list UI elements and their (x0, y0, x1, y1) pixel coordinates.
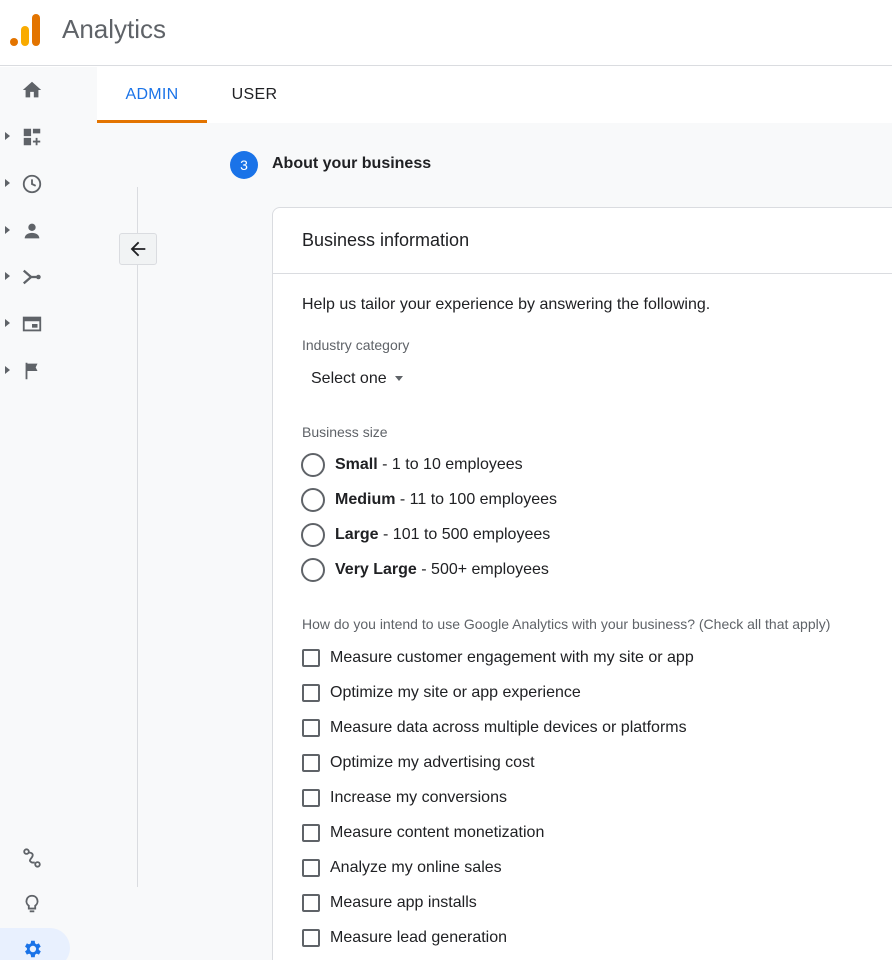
industry-label: Industry category (302, 337, 410, 353)
checkbox-label: Increase my conversions (330, 789, 507, 806)
card-header: Business information (273, 208, 892, 274)
checkbox-label: Optimize my advertising cost (330, 754, 535, 771)
business-info-card: Business information Help us tailor your… (272, 207, 892, 960)
expand-caret-icon (5, 179, 10, 187)
checkbox-label: Measure app installs (330, 894, 477, 911)
radio-button[interactable] (301, 523, 325, 547)
radio-label: Very Large - 500+ employees (335, 561, 549, 578)
analytics-logo[interactable] (8, 12, 42, 48)
rail-attribution[interactable] (0, 838, 97, 878)
industry-select-value: Select one (311, 370, 387, 387)
clock-icon (22, 174, 42, 194)
checkbox-label: Optimize my site or app experience (330, 684, 581, 701)
lightbulb-icon (25, 894, 39, 913)
radio-label: Small - 1 to 10 employees (335, 456, 523, 473)
back-button[interactable] (119, 233, 157, 265)
home-icon (22, 81, 42, 98)
rail-acquisition[interactable] (0, 257, 97, 297)
admin-user-tabs: ADMIN USER (97, 67, 892, 123)
rail-realtime[interactable] (0, 164, 97, 204)
checkbox[interactable] (302, 894, 320, 912)
industry-select[interactable]: Select one (311, 370, 403, 394)
tab-user[interactable]: USER (217, 67, 292, 123)
checkbox-label: Measure customer engagement with my site… (330, 649, 694, 666)
step-title: About your business (272, 155, 432, 172)
dropdown-arrow-icon (394, 376, 403, 382)
flag-icon (25, 362, 38, 380)
rail-conversions[interactable] (0, 351, 97, 391)
card-title: Business information (302, 230, 470, 250)
business-size-label: Business size (302, 424, 388, 440)
intent-question-label: How do you intend to use Google Analytic… (302, 616, 831, 632)
checkbox-label: Analyze my online sales (330, 859, 502, 876)
checkbox[interactable] (302, 719, 320, 737)
checkbox-label: Measure data across multiple devices or … (330, 719, 687, 736)
expand-caret-icon (5, 272, 10, 280)
rail-behavior[interactable] (0, 304, 97, 344)
step-number-badge: 3 (230, 151, 258, 179)
checkbox[interactable] (302, 684, 320, 702)
radio-button[interactable] (301, 453, 325, 477)
stepper-line (137, 187, 138, 887)
expand-caret-icon (5, 366, 10, 374)
person-icon (24, 223, 40, 239)
tab-admin[interactable]: ADMIN (97, 67, 207, 123)
expand-caret-icon (5, 226, 10, 234)
checkbox[interactable] (302, 859, 320, 877)
rail-discover[interactable] (0, 884, 97, 924)
checkbox-label: Measure lead generation (330, 929, 508, 946)
left-nav-rail (0, 67, 97, 960)
page-icon (22, 316, 42, 332)
intro-text: Help us tailor your experience by answer… (302, 296, 711, 313)
dashboard-icon (23, 128, 41, 146)
checkbox[interactable] (302, 789, 320, 807)
expand-caret-icon (5, 132, 10, 140)
rail-customization[interactable] (0, 117, 97, 157)
checkbox[interactable] (302, 649, 320, 667)
radio-button[interactable] (301, 488, 325, 512)
radio-label: Large - 101 to 500 employees (335, 526, 551, 543)
radio-button[interactable] (301, 558, 325, 582)
top-bar: Analytics (0, 0, 892, 66)
checkbox-label: Measure content monetization (330, 824, 545, 841)
gear-icon (25, 940, 41, 958)
flow-icon (22, 269, 41, 285)
rail-admin-active[interactable] (0, 928, 70, 960)
route-icon (23, 848, 41, 868)
rail-home[interactable] (0, 70, 97, 110)
checkbox[interactable] (302, 824, 320, 842)
rail-audience[interactable] (0, 211, 97, 251)
radio-label: Medium - 11 to 100 employees (335, 491, 558, 508)
expand-caret-icon (5, 319, 10, 327)
app-title: Analytics (62, 14, 167, 44)
arrow-back-icon (130, 241, 146, 257)
checkbox[interactable] (302, 754, 320, 772)
checkbox[interactable] (302, 929, 320, 947)
